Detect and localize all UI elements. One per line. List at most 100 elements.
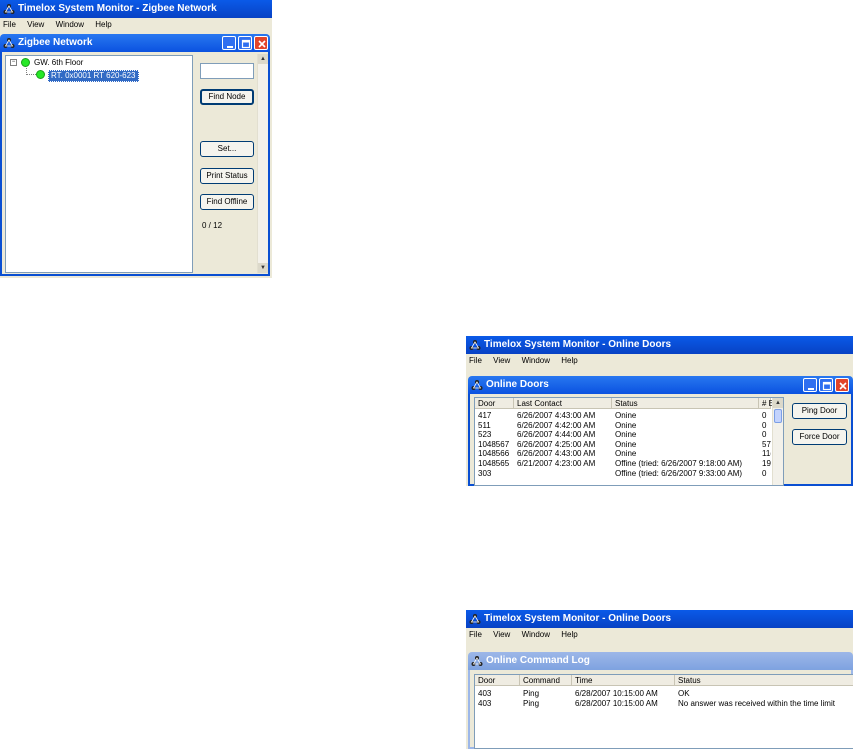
tree-collapse-toggle[interactable]: − [10, 59, 17, 66]
cell-count: 19 [762, 459, 771, 468]
column-header-door[interactable]: Door [475, 675, 520, 686]
menu-window[interactable]: Window [522, 630, 550, 639]
cell-last-contact: 6/21/2007 4:23:00 AM [517, 459, 596, 468]
menu-file[interactable]: File [469, 630, 482, 639]
menu-window[interactable]: Window [522, 356, 550, 365]
column-header-status[interactable]: Status [612, 398, 759, 409]
table-row[interactable]: 511 6/26/2007 4:42:00 AM Onine 0 [475, 421, 771, 430]
maximize-button[interactable] [819, 378, 833, 392]
tree-connector [26, 68, 36, 75]
cell-status: Offine (tried: 6/26/2007 9:33:00 AM) [615, 468, 743, 478]
print-status-button[interactable]: Print Status [200, 168, 254, 184]
menu-window[interactable]: Window [56, 20, 84, 29]
find-offline-button[interactable]: Find Offline [200, 194, 254, 210]
cell-count: 57 [762, 439, 771, 449]
cell-status: Onine [615, 420, 637, 430]
table-row[interactable]: 403 Ping 6/28/2007 10:15:00 AM OK [475, 689, 853, 698]
child-title-bar[interactable]: Online Doors [468, 376, 853, 394]
menu-bar: File View Window Help [0, 18, 272, 32]
menu-help[interactable]: Help [95, 20, 111, 29]
cell-last-contact: 6/26/2007 4:42:00 AM [517, 420, 596, 430]
menu-file[interactable]: File [3, 20, 16, 29]
zigbee-network-child-window: Zigbee Network − GW. 6th Floor RT. 0x000… [0, 34, 270, 276]
app-title-text: Timelox System Monitor - Online Doors [484, 339, 672, 350]
menu-view[interactable]: View [493, 356, 510, 365]
command-log-app-window: Timelox System Monitor - Online Doors Fi… [466, 610, 853, 749]
vertical-scrollbar[interactable]: ▲ ▼ [257, 54, 268, 273]
app-title-text: Timelox System Monitor - Online Doors [484, 613, 672, 624]
table-row[interactable]: 1048567 6/26/2007 4:25:00 AM Onine 57 [475, 440, 771, 449]
scroll-thumb[interactable] [774, 409, 782, 423]
network-icon [471, 380, 483, 390]
cell-time: 6/28/2007 10:15:00 AM [575, 698, 658, 708]
column-header-time[interactable]: Time [572, 675, 675, 686]
cell-count: 0 [762, 420, 767, 430]
minimize-icon [227, 46, 233, 48]
child-title-text: Online Command Log [486, 655, 590, 666]
vertical-scrollbar[interactable]: ▲ [772, 398, 783, 485]
cell-count: 11( [762, 449, 771, 459]
app-title-bar[interactable]: Timelox System Monitor - Online Doors [466, 610, 853, 628]
tree-node-gateway[interactable]: GW. 6th Floor [34, 58, 83, 68]
app-title-bar[interactable]: Timelox System Monitor - Zigbee Network [0, 0, 272, 18]
menu-help[interactable]: Help [561, 630, 577, 639]
cell-door: 1048566 [478, 449, 510, 459]
force-door-button[interactable]: Force Door [792, 429, 847, 445]
network-icon [3, 38, 15, 48]
network-tree[interactable]: − GW. 6th Floor RT. 0x0001 RT 620-623 [5, 55, 193, 273]
close-button[interactable] [835, 378, 849, 392]
tree-node-router[interactable]: RT. 0x0001 RT 620-623 [48, 70, 139, 82]
table-row[interactable]: 1048566 6/26/2007 4:43:00 AM Onine 11( [475, 449, 771, 458]
cell-command: Ping [523, 698, 540, 708]
minimize-button[interactable] [803, 378, 817, 392]
cell-status: Onine [615, 439, 637, 449]
minimize-button[interactable] [222, 36, 236, 50]
scroll-down-arrow-icon[interactable]: ▼ [258, 263, 268, 273]
menu-file[interactable]: File [469, 356, 482, 365]
table-row[interactable]: 403 Ping 6/28/2007 10:15:00 AM No answer wa… [475, 699, 853, 708]
scroll-up-arrow-icon[interactable]: ▲ [258, 54, 268, 64]
close-button[interactable] [254, 36, 268, 50]
set-button[interactable]: Set... [200, 141, 254, 157]
cell-count: 0 [762, 411, 767, 420]
search-input[interactable] [200, 63, 254, 79]
table-header: Door Command Time Status [475, 675, 853, 686]
cell-door: 403 [478, 689, 492, 698]
menu-bar: File View Window Help [466, 628, 853, 642]
scroll-up-arrow-icon[interactable]: ▲ [773, 398, 783, 408]
minimize-icon [808, 388, 814, 390]
cell-status: OK [678, 689, 690, 698]
command-log-child-window: Online Command Log Door Command Time Sta… [468, 652, 853, 749]
cell-door: 303 [478, 468, 492, 478]
cell-last-contact: 6/26/2007 4:25:00 AM [517, 439, 596, 449]
child-title-bar[interactable]: Zigbee Network [0, 34, 270, 52]
network-app-icon [469, 614, 481, 624]
column-header-count[interactable]: # E [759, 398, 774, 409]
cell-door: 1048565 [478, 459, 510, 468]
online-doors-app-window: Timelox System Monitor - Online Doors Fi… [466, 336, 853, 486]
column-header-status[interactable]: Status [675, 675, 853, 686]
find-node-button[interactable]: Find Node [200, 89, 254, 105]
table-row[interactable]: 417 6/26/2007 4:43:00 AM Onine 0 [475, 411, 771, 420]
online-doors-table[interactable]: Door Last Contact Status # E 417 6/26/200… [474, 397, 784, 486]
column-header-command[interactable]: Command [520, 675, 572, 686]
cell-last-contact: 6/26/2007 4:43:00 AM [517, 449, 596, 459]
menu-view[interactable]: View [27, 20, 44, 29]
child-title-bar[interactable]: Online Command Log [468, 652, 853, 670]
cell-status: Onine [615, 430, 637, 440]
table-row[interactable]: 523 6/26/2007 4:44:00 AM Onine 0 [475, 430, 771, 439]
app-title-bar[interactable]: Timelox System Monitor - Online Doors [466, 336, 853, 354]
maximize-button[interactable] [238, 36, 252, 50]
menu-view[interactable]: View [493, 630, 510, 639]
cell-door: 417 [478, 411, 492, 420]
command-log-table[interactable]: Door Command Time Status 403 Ping 6/28/200… [474, 674, 853, 749]
table-row[interactable]: 1048565 6/21/2007 4:23:00 AM Offine (tried… [475, 459, 771, 468]
table-row[interactable]: 303 Offine (tried: 6/26/2007 9:33:00 AM) 0 [475, 469, 771, 478]
ping-door-button[interactable]: Ping Door [792, 403, 847, 419]
column-header-last-contact[interactable]: Last Contact [514, 398, 612, 409]
status-dot-icon [36, 70, 45, 79]
cell-status: Offine (tried: 6/26/2007 9:18:00 AM) [615, 459, 743, 468]
column-header-door[interactable]: Door [475, 398, 514, 409]
menu-help[interactable]: Help [561, 356, 577, 365]
cell-count: 0 [762, 468, 767, 478]
